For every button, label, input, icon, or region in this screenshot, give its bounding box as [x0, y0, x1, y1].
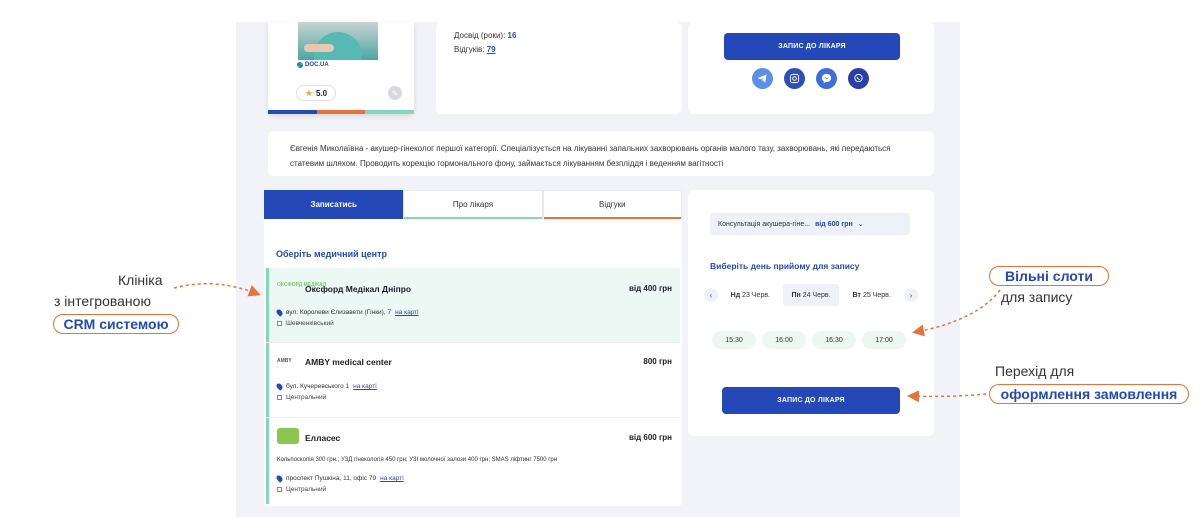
clinic-name: Елласес: [305, 433, 341, 443]
consultation-select[interactable]: Консультація акушера-гіне... від 600 грн…: [710, 213, 910, 235]
clinic-name: Оксфорд Медікал Дніпро: [305, 284, 412, 294]
clinic-address: проспект Пушкіна, 11, офіс 79 на карті: [275, 474, 404, 483]
clinic-district: Шевченківський: [277, 320, 334, 327]
instagram-icon[interactable]: [784, 68, 805, 89]
tab-reviews[interactable]: Відгуки: [542, 190, 682, 219]
clinic-services: Кольпоскопія 300 грн.; УЗД гінекологія 4…: [277, 457, 558, 463]
experience-line: Досвід (роки): 16: [454, 31, 517, 40]
day-option[interactable]: Нд 23 Черв.: [722, 284, 779, 306]
annotation-crm-pill: CRM системою: [53, 314, 179, 334]
map-link[interactable]: на карті: [395, 309, 419, 316]
clinic-district: Центральний: [277, 486, 326, 493]
annotation-slots-pill: Вільні слоти: [989, 266, 1109, 286]
clinic-name: AMBY medical center: [305, 357, 392, 367]
clinic-district: Центральний: [277, 394, 326, 401]
booking-top-card: ЗАПИС ДО ЛІКАРЯ: [688, 22, 934, 114]
clinic-item-ellases[interactable]: Елласес від 600 грн Кольпоскопія 300 грн…: [266, 418, 680, 504]
telegram-icon[interactable]: [752, 68, 773, 89]
time-slot[interactable]: 17:00: [862, 331, 906, 349]
clinic-item-amby[interactable]: AMBY AMBY medical center 800 грн бул. Ку…: [266, 343, 680, 417]
time-slots: 15:30 16:00 16:30 17:00: [712, 331, 906, 349]
clinic-address: вул. Королеви Єлизавети (Гінки), 7 на ка…: [275, 308, 419, 317]
doctor-description: Євгенія Миколаївна - акушер-гінеколог пе…: [290, 144, 891, 168]
messenger-icon[interactable]: [816, 68, 837, 89]
book-doctor-button-top[interactable]: ЗАПИС ДО ЛІКАРЯ: [724, 33, 900, 60]
chevron-right-icon[interactable]: ›: [904, 288, 919, 302]
doctor-photo: [298, 22, 378, 60]
choose-day-title: Виберіть день прийому для запису: [710, 261, 860, 271]
tab-book[interactable]: Записатись: [264, 190, 404, 219]
clinic-price: від 400 грн: [628, 284, 672, 293]
viber-icon[interactable]: [848, 68, 869, 89]
chevron-left-icon[interactable]: ‹: [704, 288, 718, 302]
clinic-price: від 600 грн: [628, 433, 672, 442]
clinic-logo: [277, 428, 299, 444]
consultation-name: Консультація акушера-гіне...: [718, 220, 811, 228]
rating-value: 5.0: [315, 88, 328, 98]
chevron-down-icon: ⌄: [857, 221, 864, 228]
book-doctor-button[interactable]: ЗАПИС ДО ЛІКАРЯ: [722, 387, 900, 414]
docua-logo-icon: [297, 62, 303, 68]
district-icon: [277, 395, 282, 400]
doctor-description-card: Євгенія Миколаївна - акушер-гінеколог пе…: [268, 131, 934, 176]
map-pin-icon: [275, 382, 284, 391]
day-option-selected[interactable]: Пн 24 Черв.: [782, 284, 840, 306]
time-slot[interactable]: 16:30: [812, 331, 856, 349]
annotation-clinic-line1: Клініка: [118, 272, 163, 288]
tabs: Записатись Про лікаря Відгуки: [264, 190, 682, 219]
doctor-photo-card: DOC.UA ★ 5.0 ✎: [268, 22, 415, 114]
reviews-line: Відгуків: 79: [454, 45, 496, 54]
rating-badge: ★ 5.0: [296, 85, 336, 101]
color-stripe: [268, 110, 415, 114]
doctor-info-card: Досвід (роки): 16 Відгуків: 79: [436, 22, 682, 114]
map-link[interactable]: на карті: [353, 383, 377, 390]
map-link[interactable]: на карті: [380, 475, 404, 482]
tab-about-doctor[interactable]: Про лікаря: [403, 190, 543, 219]
clinic-price: 800 грн: [643, 357, 672, 366]
clinic-address: бул. Кучеревського 1 на карті: [275, 382, 377, 391]
map-pin-icon: [275, 308, 284, 317]
annotation-slots-line: для запису: [1001, 289, 1073, 305]
clinic-item-oxford[interactable]: ОКСФОРД МЕДІКАЛ Оксфорд Медікал Дніпро в…: [266, 268, 680, 342]
appointment-panel: Записатись Про лікаря Відгуки Оберіть ме…: [264, 190, 682, 506]
reviews-link[interactable]: 79: [487, 45, 496, 54]
district-icon: [277, 321, 282, 326]
day-option[interactable]: Вт 25 Черв.: [843, 284, 900, 306]
clinic-logo: AMBY: [277, 358, 292, 364]
annotation-order-line: Перехід для: [995, 363, 1075, 379]
district-icon: [277, 487, 282, 492]
time-slot[interactable]: 16:00: [762, 331, 806, 349]
map-pin-icon: [275, 474, 284, 483]
choose-clinic-title: Оберіть медичний центр: [276, 249, 388, 259]
social-links: [752, 68, 869, 89]
annotation-clinic-line2: з інтегрованою: [54, 293, 151, 309]
annotation-order-pill: оформлення замовлення: [989, 384, 1189, 404]
docua-badge: DOC.UA: [297, 62, 329, 68]
experience-value: 16: [507, 31, 517, 40]
slots-card: Консультація акушера-гіне... від 600 грн…: [688, 190, 934, 436]
day-picker: ‹ Нд 23 Черв. Пн 24 Черв. Вт 25 Черв. ›: [704, 284, 919, 306]
pencil-icon[interactable]: ✎: [388, 86, 402, 100]
time-slot[interactable]: 15:30: [712, 331, 756, 349]
consultation-price: від 600 грн: [815, 220, 853, 228]
star-icon: ★: [304, 87, 313, 98]
